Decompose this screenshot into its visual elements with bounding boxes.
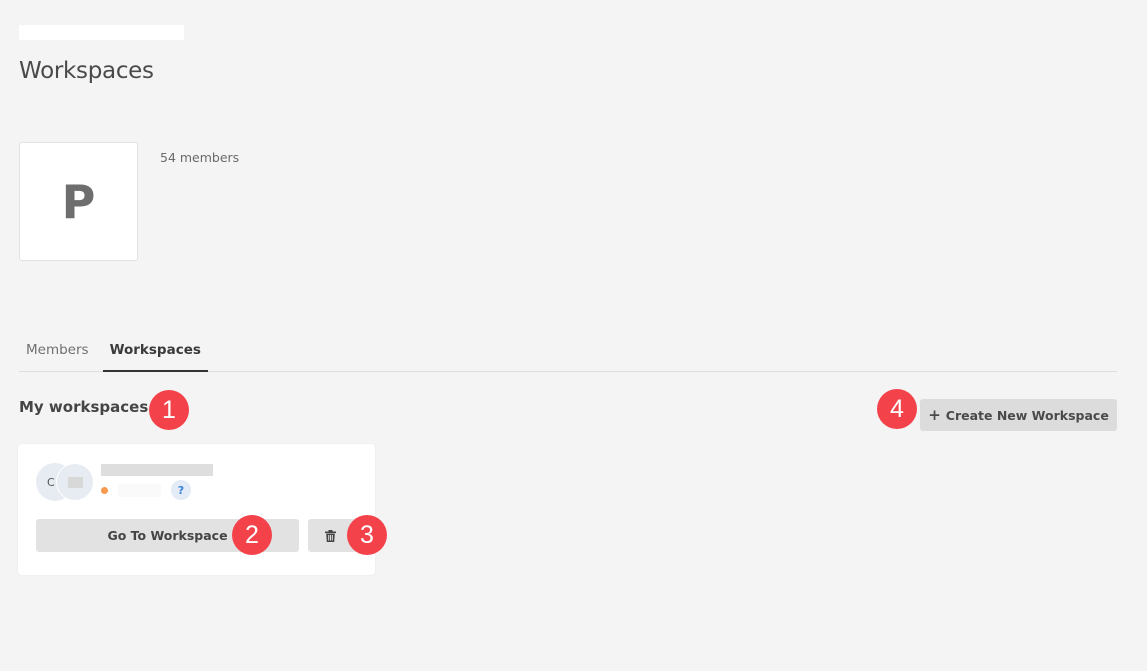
status-dot-icon	[101, 487, 108, 494]
workspace-card: C ? Go To Workspace	[18, 444, 375, 575]
help-icon[interactable]: ?	[171, 480, 191, 500]
workspace-avatar-secondary	[56, 463, 94, 501]
create-workspace-label: Create New Workspace	[945, 407, 1109, 423]
organization-logo: P	[19, 142, 138, 261]
page-title: Workspaces	[19, 58, 154, 84]
create-workspace-button[interactable]: + Create New Workspace	[920, 399, 1117, 431]
trash-icon	[325, 529, 336, 542]
go-to-workspace-label: Go To Workspace	[107, 528, 228, 543]
tab-bar: Members Workspaces	[19, 333, 1117, 372]
section-title: My workspaces	[19, 398, 149, 416]
member-count: 54 members	[160, 150, 240, 165]
annotation-badge-2: 2	[232, 515, 272, 555]
tab-workspaces[interactable]: Workspaces	[102, 333, 208, 372]
avatar-letter: C	[47, 475, 55, 489]
plus-icon: +	[928, 406, 941, 424]
avatar-image-placeholder	[67, 476, 83, 488]
page: Workspaces P 54 members Members Workspac…	[0, 0, 1147, 671]
annotation-badge-4: 4	[877, 389, 917, 429]
status-text-redacted	[118, 484, 161, 497]
workspace-name-redacted	[101, 464, 213, 476]
annotation-badge-1: 1	[149, 390, 189, 430]
redacted-breadcrumb	[19, 25, 184, 40]
organization-logo-letter: P	[61, 174, 96, 229]
tab-members[interactable]: Members	[19, 333, 96, 372]
annotation-badge-3: 3	[347, 515, 387, 555]
